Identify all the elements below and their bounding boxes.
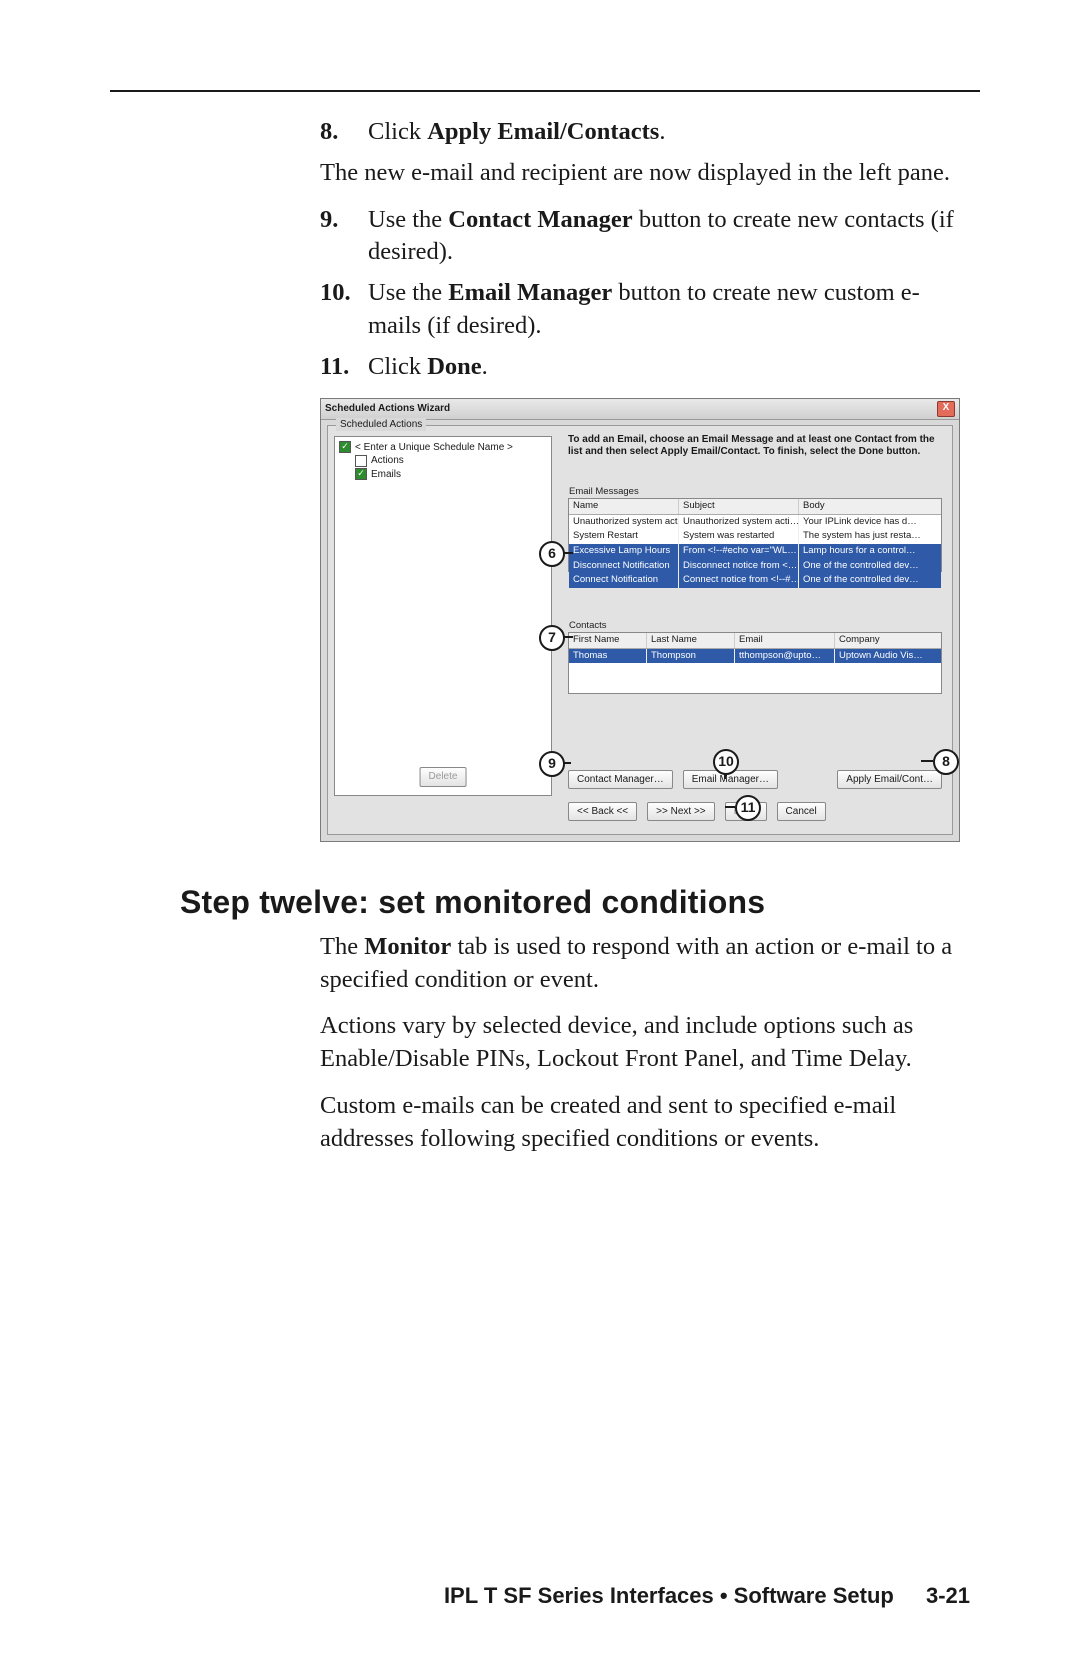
numbered-steps: 8. Click Apply Email/Contacts. [320, 116, 970, 149]
step-11: 11. Click Done. [320, 351, 970, 384]
col-name[interactable]: Name [569, 499, 679, 514]
cancel-button[interactable]: Cancel [777, 802, 826, 821]
table-header-row: First Name Last Name Email Company [569, 633, 941, 649]
callout-8: 8 [933, 749, 959, 775]
section-heading-step-twelve: Step twelve: set monitored conditions [180, 884, 980, 921]
footer-chapter: IPL T SF Series Interfaces • Software Se… [444, 1583, 894, 1608]
contacts-table[interactable]: Contacts First Name Last Name Email Comp… [568, 632, 942, 694]
step-text: Use the Contact Manager button to create… [368, 204, 970, 270]
schedule-tree-panel: ✓ < Enter a Unique Schedule Name > Actio… [334, 436, 552, 796]
tree-root[interactable]: ✓ < Enter a Unique Schedule Name > [339, 441, 547, 454]
page-footer: IPL T SF Series Interfaces • Software Se… [0, 1583, 1080, 1609]
paragraph: Actions vary by selected device, and inc… [320, 1010, 970, 1076]
col-company[interactable]: Company [835, 633, 941, 648]
callout-7: 7 [539, 625, 565, 651]
email-messages-table[interactable]: Email Messages Name Subject Body Unautho… [568, 498, 942, 572]
callout-9: 9 [539, 751, 565, 777]
body-column: 8. Click Apply Email/Contacts. The new e… [320, 116, 970, 842]
body-column-2: The Monitor tab is used to respond with … [320, 931, 970, 1156]
col-last[interactable]: Last Name [647, 633, 735, 648]
step-8: 8. Click Apply Email/Contacts. [320, 116, 970, 149]
group-label: Scheduled Actions [336, 418, 426, 431]
delete-button[interactable]: Delete [420, 767, 467, 786]
callout-6: 6 [539, 541, 565, 567]
checkbox-icon[interactable]: ✓ [339, 441, 351, 453]
close-icon[interactable]: X [937, 401, 955, 417]
footer-page-number: 3-21 [926, 1583, 970, 1608]
contact-manager-button[interactable]: Contact Manager… [568, 770, 673, 789]
table-row[interactable]: System Restart System was restarted The … [569, 529, 941, 544]
step-number: 11. [320, 351, 368, 384]
callout-10: 10 [713, 749, 739, 775]
table-title: Email Messages [569, 486, 639, 499]
step-10: 10. Use the Email Manager button to crea… [320, 277, 970, 343]
callout-11: 11 [735, 795, 761, 821]
table-header-row: Name Subject Body [569, 499, 941, 515]
checkbox-icon[interactable]: ✓ [355, 468, 367, 480]
step-9: 9. Use the Contact Manager button to cre… [320, 204, 970, 270]
tree-root-label: < Enter a Unique Schedule Name > [355, 441, 513, 454]
step-text: Use the Email Manager button to create n… [368, 277, 970, 343]
tree-item-label: Emails [371, 468, 401, 481]
apply-email-contacts-button[interactable]: Apply Email/Cont… [837, 770, 942, 789]
screenshot-figure: Scheduled Actions Wizard X Scheduled Act… [320, 398, 970, 842]
tree-item-label: Actions [371, 454, 404, 467]
wizard-instruction: To add an Email, choose an Email Message… [568, 434, 942, 458]
table-row-selected[interactable]: Excessive Lamp Hours From <!--#echo var=… [569, 544, 941, 559]
col-body[interactable]: Body [799, 499, 941, 514]
table-row-selected[interactable]: Thomas Thompson tthompson@upto… Uptown A… [569, 649, 941, 664]
step-number: 10. [320, 277, 368, 310]
checkbox-icon[interactable] [355, 455, 367, 467]
callout-lead [725, 806, 735, 808]
col-subject[interactable]: Subject [679, 499, 799, 514]
step-text: Click Done. [368, 351, 970, 384]
rule-top [110, 90, 980, 92]
step-text: Click Apply Email/Contacts. [368, 116, 970, 149]
table-row[interactable]: Unauthorized system activity Unauthorize… [569, 515, 941, 530]
table-row-selected[interactable]: Disconnect Notification Disconnect notic… [569, 559, 941, 574]
paragraph: Custom e-mails can be created and sent t… [320, 1090, 970, 1156]
callout-lead [921, 760, 933, 762]
back-button[interactable]: << Back << [568, 802, 637, 821]
scheduled-actions-group: Scheduled Actions ✓ < Enter a Unique Sch… [327, 425, 953, 835]
note-after-step-8: The new e-mail and recipient are now dis… [320, 157, 970, 190]
manager-button-bar: Contact Manager… Email Manager… Apply Em… [568, 770, 942, 789]
page: 8. Click Apply Email/Contacts. The new e… [0, 0, 1080, 1669]
next-button[interactable]: >> Next >> [647, 802, 714, 821]
window-titlebar: Scheduled Actions Wizard X [321, 399, 959, 420]
step-number: 9. [320, 204, 368, 237]
window-title: Scheduled Actions Wizard [325, 402, 450, 415]
wizard-window: Scheduled Actions Wizard X Scheduled Act… [320, 398, 960, 842]
table-title: Contacts [569, 620, 607, 633]
tree-item-actions[interactable]: Actions [355, 454, 547, 467]
table-row-selected[interactable]: Connect Notification Connect notice from… [569, 573, 941, 588]
step-number: 8. [320, 116, 368, 149]
tree-item-emails[interactable]: ✓ Emails [355, 468, 547, 481]
col-first[interactable]: First Name [569, 633, 647, 648]
paragraph: The Monitor tab is used to respond with … [320, 931, 970, 997]
col-email[interactable]: Email [735, 633, 835, 648]
numbered-steps-cont: 9. Use the Contact Manager button to cre… [320, 204, 970, 384]
